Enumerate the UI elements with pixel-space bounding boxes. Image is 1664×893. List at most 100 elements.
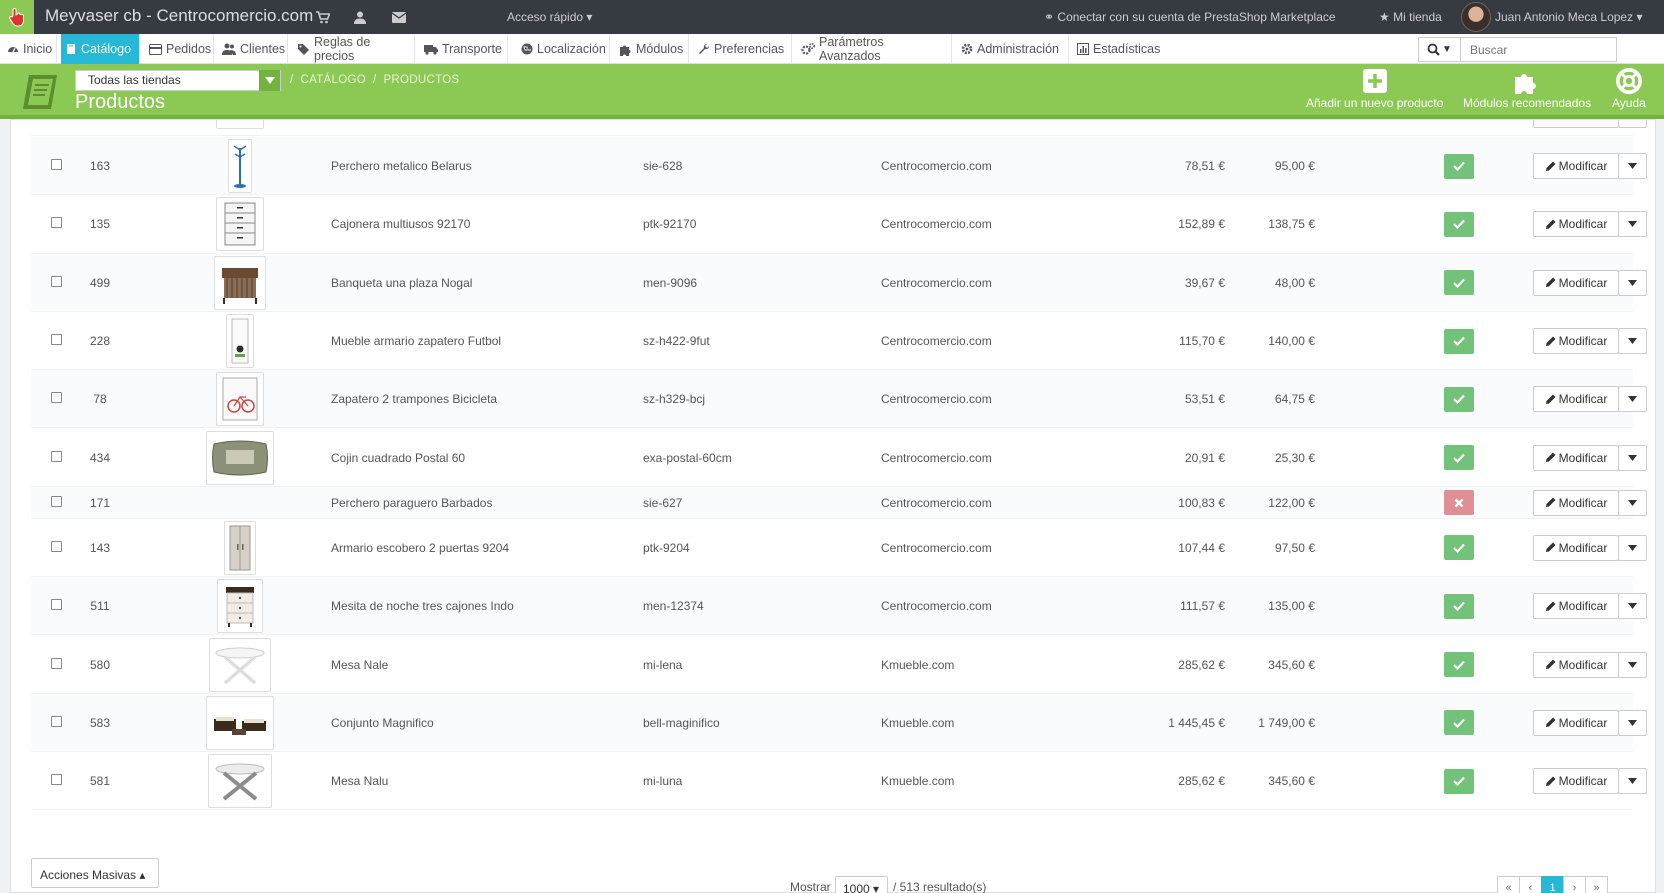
status-toggle[interactable] <box>1444 445 1474 471</box>
row-checkbox[interactable] <box>51 774 62 786</box>
status-toggle[interactable] <box>1444 652 1474 678</box>
shop-select[interactable]: Todas las tiendas <box>75 70 281 91</box>
row-checkbox[interactable] <box>51 540 62 552</box>
product-thumbnail[interactable] <box>228 139 252 194</box>
row-actions-dropdown[interactable] <box>1618 651 1647 678</box>
edit-product-button[interactable]: Modificar <box>1533 768 1619 795</box>
add-product-button[interactable]: Añadir un nuevo producto <box>1306 68 1443 110</box>
row-actions-dropdown[interactable] <box>1618 534 1647 561</box>
prestashop-logo[interactable] <box>0 0 34 34</box>
row-actions-dropdown[interactable] <box>1618 211 1647 238</box>
row-actions-dropdown[interactable] <box>1618 768 1647 795</box>
edit-product-button[interactable] <box>1533 120 1619 128</box>
edit-product-button[interactable]: Modificar <box>1533 489 1619 516</box>
breadcrumb-productos[interactable]: PRODUCTOS <box>383 74 459 86</box>
table-row[interactable]: 499 Banqueta una plaza Nogal men-9096 Centr… <box>31 253 1647 312</box>
row-checkbox[interactable] <box>51 715 62 727</box>
status-toggle[interactable] <box>1444 535 1474 561</box>
row-actions-dropdown[interactable] <box>1618 489 1647 516</box>
table-row[interactable]: 171 Perchero paraguero Barbados sie-627 Cen… <box>31 486 1647 519</box>
bulk-actions-button[interactable]: Acciones Masivas ▴ <box>31 858 159 888</box>
help-button[interactable]: Ayuda <box>1612 68 1646 110</box>
edit-product-button[interactable]: Modificar <box>1533 328 1619 355</box>
row-checkbox[interactable] <box>51 159 62 171</box>
search-input[interactable] <box>1461 38 1616 61</box>
breadcrumb-catalogo[interactable]: CATÁLOGO <box>301 74 366 86</box>
edit-product-button[interactable]: Modificar <box>1533 386 1619 413</box>
row-actions-dropdown[interactable] <box>1618 269 1647 296</box>
product-thumbnail[interactable] <box>214 255 266 310</box>
status-toggle[interactable] <box>1444 593 1474 619</box>
page-1-button[interactable]: 1 <box>1541 876 1564 893</box>
menu-item-clientes[interactable]: Clientes <box>218 34 288 64</box>
row-checkbox[interactable] <box>51 657 62 669</box>
table-row[interactable]: 581 Mesa Nalu mi-luna Kmueble.com 285,62 € 34… <box>31 752 1647 811</box>
user-icon[interactable] <box>352 9 368 25</box>
status-toggle[interactable] <box>1444 768 1474 794</box>
menu-item-modulos[interactable]: Módulos <box>615 34 689 64</box>
table-row[interactable]: 135 Cajonera multiusos 92170 ptk-92170 Cent… <box>31 195 1647 254</box>
edit-product-button[interactable]: Modificar <box>1533 444 1619 471</box>
row-checkbox[interactable] <box>51 495 62 507</box>
row-actions-dropdown[interactable] <box>1618 709 1647 736</box>
status-toggle[interactable] <box>1444 386 1474 412</box>
menu-item-transporte[interactable]: Transporte <box>420 34 508 64</box>
connect-marketplace-link[interactable]: ⚭ Conectar con su cuenta de PrestaShop M… <box>1044 10 1336 24</box>
product-thumbnail[interactable] <box>208 754 272 809</box>
edit-product-button[interactable]: Modificar <box>1533 651 1619 678</box>
product-thumbnail[interactable] <box>206 695 274 750</box>
user-menu[interactable]: Juan Antonio Meca Lopez ▾ <box>1495 10 1642 24</box>
status-toggle[interactable] <box>1444 490 1474 516</box>
menu-item-reglas-precios[interactable]: Reglas de precios <box>293 34 415 64</box>
envelope-icon[interactable] <box>391 9 407 25</box>
recommended-modules-button[interactable]: Módulos recomendados <box>1463 68 1591 110</box>
avatar[interactable] <box>1461 2 1491 32</box>
row-actions-dropdown[interactable] <box>1618 153 1647 180</box>
row-actions-dropdown[interactable] <box>1618 386 1647 413</box>
product-thumbnail[interactable] <box>209 637 271 692</box>
menu-item-inicio[interactable]: Inicio <box>3 34 57 64</box>
menu-item-catalogo[interactable]: Catálogo <box>61 34 140 64</box>
table-row[interactable]: 580 Mesa Nale mi-lena Kmueble.com 285,62 € 34… <box>31 635 1647 694</box>
table-row[interactable]: 228 Mueble armario zapatero Futbol sz-h422… <box>31 312 1647 371</box>
menu-item-pedidos[interactable]: Pedidos <box>145 34 214 64</box>
next-page-button[interactable]: › <box>1563 876 1586 893</box>
status-toggle[interactable] <box>1444 270 1474 296</box>
row-checkbox[interactable] <box>51 392 62 404</box>
status-toggle[interactable] <box>1444 153 1474 179</box>
row-actions-dropdown[interactable] <box>1618 444 1647 471</box>
edit-product-button[interactable]: Modificar <box>1533 153 1619 180</box>
menu-item-parametros-avanzados[interactable]: Parámetros Avanzados <box>797 34 952 64</box>
menu-item-administracion[interactable]: Administración <box>957 34 1069 64</box>
status-toggle[interactable] <box>1444 328 1474 354</box>
row-checkbox[interactable] <box>51 599 62 611</box>
search-filter-button[interactable]: ▼ <box>1419 38 1461 61</box>
product-thumbnail[interactable] <box>224 520 256 575</box>
table-row[interactable]: 143 Armario escobero 2 puertas 9204 ptk-92… <box>31 519 1647 578</box>
cart-icon[interactable] <box>315 9 331 25</box>
shop-name[interactable]: Meyvaser cb - Centrocomercio.com <box>45 6 313 26</box>
row-actions-dropdown[interactable] <box>1618 328 1647 355</box>
row-checkbox[interactable] <box>51 450 62 462</box>
edit-product-button[interactable]: Modificar <box>1533 709 1619 736</box>
table-row[interactable]: 511 Mesita de noche tres cajones Indo men-… <box>31 577 1647 636</box>
table-row[interactable]: 163 Perchero metalico Belarus sie-628 Centr… <box>31 137 1647 196</box>
edit-product-button[interactable]: Modificar <box>1533 593 1619 620</box>
menu-item-estadisticas[interactable]: Estadísticas <box>1073 34 1178 64</box>
row-checkbox[interactable] <box>51 217 62 229</box>
product-thumbnail[interactable] <box>216 197 264 252</box>
edit-product-button[interactable]: Modificar <box>1533 534 1619 561</box>
prev-page-button[interactable]: ‹ <box>1519 876 1542 893</box>
table-row[interactable]: 434 Cojin cuadrado Postal 60 exa-postal-60… <box>31 429 1647 487</box>
table-row[interactable]: 78 Zapatero 2 trampones Bicicleta sz-h329-… <box>31 370 1647 429</box>
per-page-select[interactable]: 1000 ▾ <box>835 876 888 893</box>
row-checkbox[interactable] <box>51 334 62 346</box>
status-toggle[interactable] <box>1444 710 1474 736</box>
row-checkbox[interactable] <box>51 275 62 287</box>
last-page-button[interactable]: » <box>1585 876 1608 893</box>
quick-access-menu[interactable]: Acceso rápido ▾ <box>507 10 592 24</box>
menu-item-localizacion[interactable]: Localización <box>517 34 610 64</box>
row-actions-dropdown[interactable] <box>1618 120 1647 128</box>
status-toggle[interactable] <box>1444 211 1474 237</box>
product-thumbnail[interactable] <box>216 372 264 427</box>
